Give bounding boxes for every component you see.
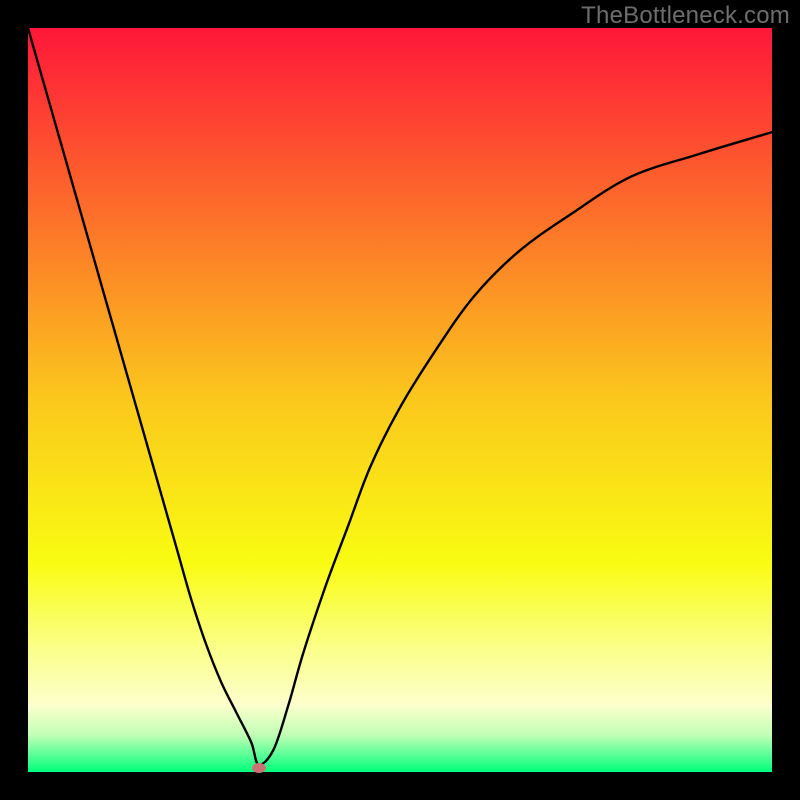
optimal-point-marker	[252, 763, 266, 773]
watermark-label: TheBottleneck.com	[581, 2, 790, 30]
chart-frame: TheBottleneck.com	[0, 0, 800, 800]
plot-area	[28, 28, 772, 772]
gradient-background	[28, 28, 772, 772]
chart-svg	[28, 28, 772, 772]
